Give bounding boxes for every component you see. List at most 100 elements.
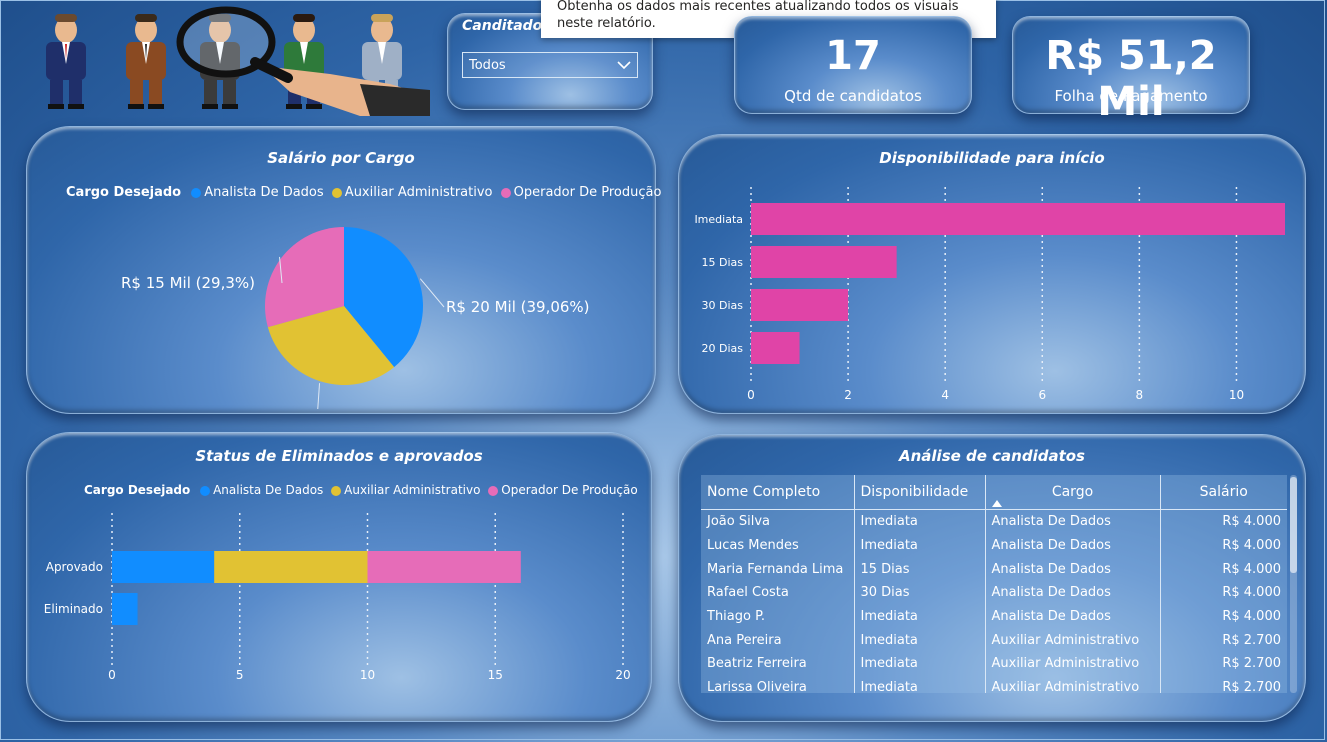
table-cell: Imediata — [854, 533, 986, 558]
chart-title: Status de Eliminados e aprovados — [195, 447, 483, 465]
table-cell: Larissa Oliveira — [701, 675, 855, 693]
table-cell: Imediata — [854, 652, 986, 676]
pie-chart: R$ 20 Mil (39,06%)R$ 16,2 Mil (31,64%)R$… — [121, 227, 590, 409]
card-salario-por-cargo: Salário por Cargo Cargo Desejado Analist… — [26, 126, 661, 414]
kpi-value: R$ 51,2 Mil — [1045, 33, 1217, 125]
x-tick-label: 6 — [1038, 388, 1046, 402]
x-tick-label: 4 — [941, 388, 949, 402]
card-status: Status de Eliminados e aprovados Cargo D… — [26, 432, 652, 722]
candidates-table: Nome Completo Disponibilidade Cargo Salá… — [701, 475, 1287, 693]
sort-ascending-icon — [991, 500, 1002, 507]
pie-data-label: R$ 15 Mil (29,3%) — [121, 274, 255, 292]
table-title: Análise de candidatos — [899, 447, 1085, 465]
table-cell: R$ 4.000 — [1222, 585, 1281, 601]
x-tick-label: 5 — [236, 668, 244, 682]
bar — [751, 203, 1285, 235]
legend-item[interactable]: Auxiliar Administrativo — [331, 185, 493, 200]
legend-item-label: Analista De Dados — [213, 483, 324, 497]
table-cell: R$ 4.000 — [1222, 609, 1281, 625]
table-cell: Rafael Costa — [701, 581, 855, 605]
candidate-dropdown[interactable]: Todos — [462, 52, 638, 78]
table-cell: R$ 4.000 — [1222, 514, 1281, 530]
table-cell: R$ 4.000 — [1222, 538, 1281, 554]
legend-item[interactable]: Operador De Produção — [488, 483, 638, 497]
x-tick-label: 10 — [360, 668, 375, 682]
table-cell: Auxiliar Administrativo — [985, 675, 1161, 693]
y-tick-label: Imediata — [694, 213, 743, 226]
y-tick-label: Eliminado — [44, 602, 103, 616]
table-cell: Analista De Dados — [985, 604, 1161, 629]
business-people-illustration — [46, 6, 430, 116]
legend-item-label: Auxiliar Administrativo — [344, 185, 493, 200]
y-tick-label: 30 Dias — [702, 299, 744, 312]
card-analise-candidatos: Análise de candidatos Nome Completo Disp… — [678, 434, 1306, 722]
legend-title: Cargo Desejado — [84, 483, 191, 497]
dropdown-value: Todos — [469, 58, 506, 73]
column-header-salario[interactable]: Salário — [1160, 475, 1287, 510]
bar-segment — [112, 551, 215, 583]
card-disponibilidade: Disponibilidade para início 0 2 4 6 8 10 Imedi… — [678, 134, 1306, 414]
bar-segment — [367, 551, 521, 583]
table-row[interactable]: Ana Pereira Imediata Auxiliar Administrati… — [701, 628, 1287, 653]
bar-segment — [214, 551, 368, 583]
table-header-row: Nome Completo Disponibilidade Cargo Salá… — [701, 475, 1287, 510]
chevron-down-icon — [617, 61, 631, 70]
kpi-value: 17 — [825, 33, 881, 79]
bar — [751, 246, 897, 278]
table-cell: Analista De Dados — [985, 509, 1161, 534]
legend-item[interactable]: Auxiliar Administrativo — [331, 483, 480, 497]
x-tick-label: 2 — [844, 388, 852, 402]
pie-data-label: R$ 20 Mil (39,06%) — [446, 298, 590, 316]
table-scrollbar[interactable] — [1290, 475, 1297, 693]
table-row[interactable]: Maria Fernanda Lima 15 Dias Analista De Da… — [701, 557, 1287, 582]
person-figure — [126, 14, 166, 109]
x-tick-label: 8 — [1136, 388, 1144, 402]
column-header-cargo[interactable]: Cargo — [985, 475, 1161, 510]
kpi-label: Folha de Pagamento — [1054, 87, 1208, 105]
chart-title: Disponibilidade para início — [879, 149, 1105, 167]
table-cell: Imediata — [854, 509, 986, 534]
table-cell: Lucas Mendes — [701, 533, 855, 558]
table-cell: R$ 2.700 — [1222, 680, 1281, 693]
slicer-title: Canditado — [462, 18, 543, 34]
kpi-qtd-candidatos: 17 Qtd de candidatos — [734, 16, 972, 114]
table-cell: Imediata — [854, 604, 986, 629]
table-row[interactable]: Beatriz Ferreira Imediata Auxiliar Adminis… — [701, 652, 1287, 676]
column-header-nome[interactable]: Nome Completo — [701, 475, 855, 510]
column-header-disponibilidade[interactable]: Disponibilidade — [854, 475, 986, 510]
legend-item-label: Analista De Dados — [204, 185, 324, 200]
y-tick-label: Aprovado — [46, 560, 103, 574]
legend-item-label: Operador De Produção — [513, 185, 662, 200]
legend-item[interactable]: Analista De Dados — [191, 185, 324, 200]
chart-title: Salário por Cargo — [267, 149, 415, 167]
status-bar-chart: 0 5 10 15 20 Aprovado Eliminado — [44, 513, 631, 682]
legend-item[interactable]: Operador De Produção — [500, 185, 662, 200]
kpi-folha-pagamento: R$ 51,2 Mil Folha de Pagamento — [1012, 16, 1250, 125]
table-cell: Imediata — [854, 628, 986, 653]
table-cell: Analista De Dados — [985, 581, 1161, 605]
table-cell: Thiago P. — [701, 604, 855, 629]
table-cell: Analista De Dados — [985, 557, 1161, 582]
bar-segment — [112, 593, 138, 625]
scrollbar-thumb[interactable] — [1290, 477, 1297, 573]
x-tick-label: 10 — [1229, 388, 1244, 402]
table-cell: Imediata — [854, 675, 986, 693]
x-tick-label: 15 — [488, 668, 503, 682]
table-row[interactable]: Lucas Mendes Imediata Analista De Dados R$ … — [701, 533, 1287, 558]
y-tick-label: 20 Dias — [702, 342, 744, 355]
pie-leader-line — [419, 278, 445, 308]
table-row[interactable]: Thiago P. Imediata Analista De Dados R$ 4.0… — [701, 604, 1287, 629]
table-cell: Analista De Dados — [985, 533, 1161, 558]
table-cell: Ana Pereira — [701, 628, 855, 653]
table-row[interactable]: Rafael Costa 30 Dias Analista De Dados R$ 4… — [701, 581, 1287, 605]
legend-item[interactable]: Analista De Dados — [200, 483, 323, 497]
disponibilidade-bar-chart: 0 2 4 6 8 10 Imediata 15 Dias 30 Dias 20 Dias — [694, 187, 1285, 402]
table-cell: R$ 4.000 — [1222, 561, 1281, 577]
table-cell: Maria Fernanda Lima — [701, 557, 855, 582]
column-header-label: Cargo — [1051, 484, 1094, 500]
chart-legend: Cargo Desejado Analista De Dados Auxilia… — [66, 185, 665, 200]
table-row[interactable]: Larissa Oliveira Imediata Auxiliar Adminis… — [701, 675, 1287, 693]
pie-leader-line — [317, 383, 321, 409]
table-cell: 30 Dias — [854, 581, 986, 605]
table-row[interactable]: João Silva Imediata Analista De Dados R$ 4.… — [701, 509, 1287, 534]
